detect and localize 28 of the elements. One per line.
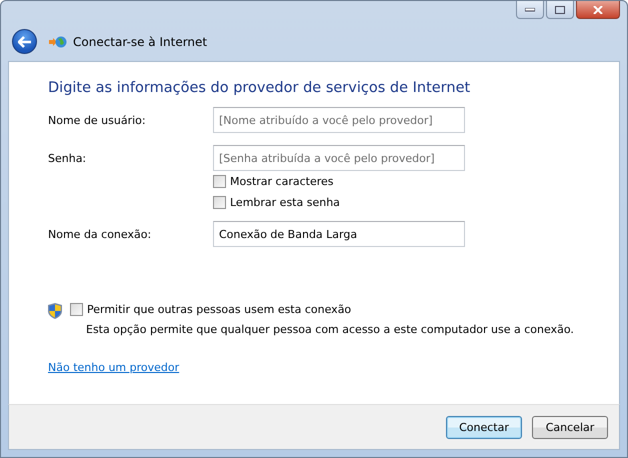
field-label: Nome de usuário: — [48, 114, 147, 126]
back-button[interactable] — [12, 29, 37, 54]
input-field[interactable]: Conexão de Banda Larga — [213, 221, 465, 247]
network-globe-icon — [49, 34, 67, 48]
window-title: Conectar-se à Internet — [73, 34, 208, 48]
input-field[interactable]: [Nome atribuído a você pelo provedor] — [213, 107, 465, 133]
minimize-icon — [525, 8, 535, 12]
checkbox-label[interactable]: Mostrar caracteres — [230, 175, 334, 188]
input-field[interactable]: [Senha atribuída a você pelo provedor] — [213, 145, 465, 171]
field-label: Nome da conexão: — [48, 228, 152, 240]
checkbox[interactable] — [213, 175, 226, 188]
maximize-button[interactable] — [546, 1, 574, 19]
checkbox[interactable] — [213, 196, 226, 209]
minimize-button[interactable] — [516, 1, 544, 19]
no-provider-link[interactable]: Não tenho um provedor — [48, 361, 180, 374]
dialog-button[interactable]: Conectar — [446, 416, 522, 438]
close-icon — [593, 6, 603, 14]
checkbox-label[interactable]: Lembrar esta senha — [230, 196, 340, 209]
close-button[interactable] — [576, 1, 620, 19]
checkbox-label[interactable]: Permitir que outras pessoas usem esta conexão — [87, 303, 352, 316]
maximize-icon — [555, 6, 565, 14]
checkbox[interactable] — [70, 303, 83, 316]
description-text: Esta opção permite que qualquer pessoa com acesso a este computador use a conexão. — [85, 323, 574, 336]
field-label: Senha: — [48, 152, 88, 164]
shield-icon — [48, 303, 62, 319]
dialog-heading: Digite as informações do provedor de serviços de Internet — [48, 80, 472, 96]
back-arrow-icon — [18, 36, 32, 48]
dialog-button[interactable]: Cancelar — [532, 416, 608, 438]
